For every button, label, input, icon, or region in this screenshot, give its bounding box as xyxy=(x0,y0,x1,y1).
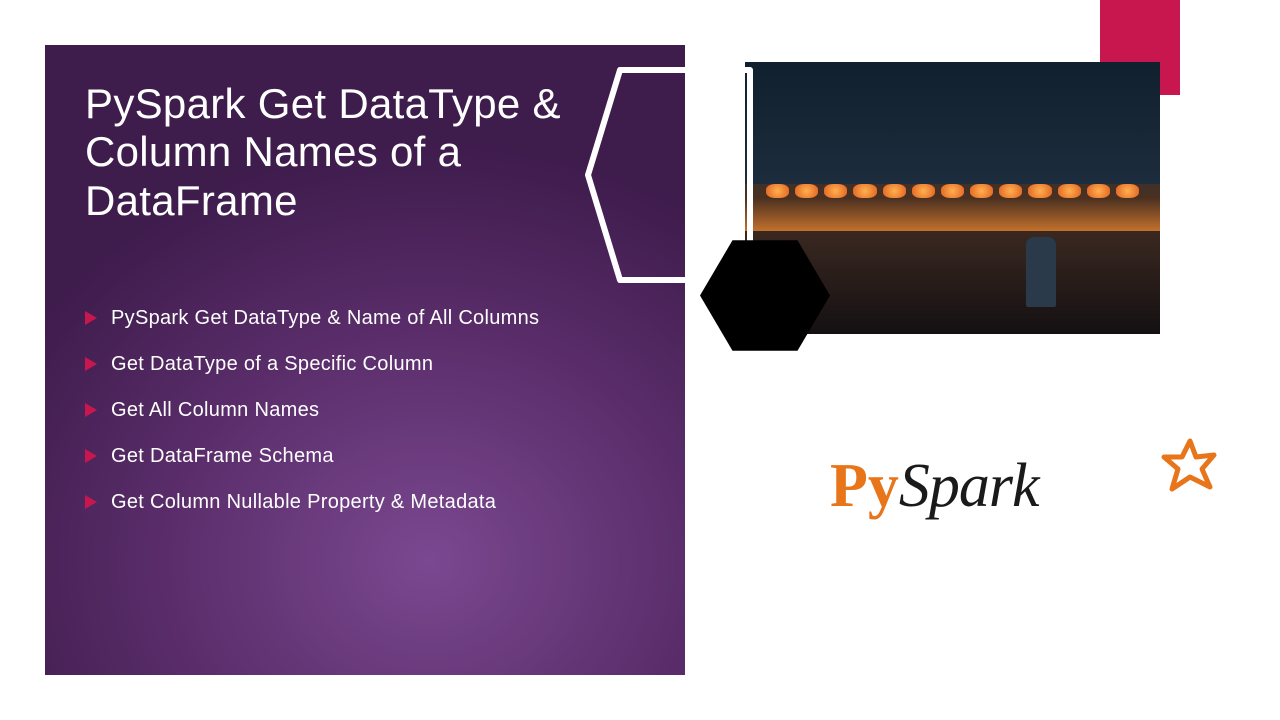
bullet-list: PySpark Get DataType & Name of All Colum… xyxy=(85,305,645,515)
bullet-triangle-icon xyxy=(85,449,97,463)
bullet-triangle-icon xyxy=(85,357,97,371)
list-item: Get Column Nullable Property & Metadata xyxy=(85,489,645,515)
list-item-label: Get All Column Names xyxy=(111,397,319,423)
photo-lanterns xyxy=(766,184,1140,198)
bullet-triangle-icon xyxy=(85,495,97,509)
list-item-label: PySpark Get DataType & Name of All Colum… xyxy=(111,305,539,331)
star-icon xyxy=(1160,437,1220,497)
list-item: Get DataFrame Schema xyxy=(85,443,645,469)
logo-spark-text: Spark xyxy=(899,455,1039,517)
list-item: PySpark Get DataType & Name of All Colum… xyxy=(85,305,645,331)
slide-title: PySpark Get DataType & Column Names of a… xyxy=(85,80,645,225)
list-item-label: Get Column Nullable Property & Metadata xyxy=(111,489,496,515)
list-item: Get DataType of a Specific Column xyxy=(85,351,645,377)
list-item-label: Get DataFrame Schema xyxy=(111,443,334,469)
list-item: Get All Column Names xyxy=(85,397,645,423)
list-item-label: Get DataType of a Specific Column xyxy=(111,351,433,377)
logo-py-text: Py xyxy=(830,455,899,517)
bullet-triangle-icon xyxy=(85,311,97,325)
bullet-triangle-icon xyxy=(85,403,97,417)
photo-person xyxy=(1026,237,1056,307)
photo-sky xyxy=(745,62,1160,184)
pyspark-logo: Py Spark xyxy=(830,455,1210,517)
